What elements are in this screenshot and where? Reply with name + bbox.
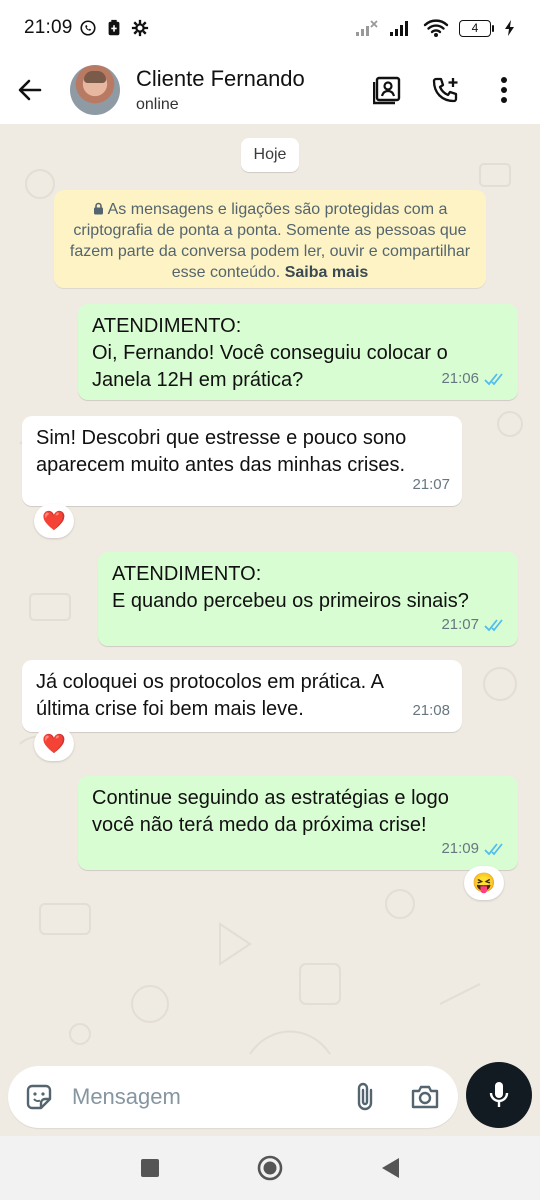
arrow-left-icon [18,79,42,101]
signal-weak-icon [356,20,378,36]
message-line: Continue seguindo as estratégias e logo [92,787,449,809]
contact-card-button[interactable] [372,74,404,106]
message-line: Sim! Descobri que estresse e pouco sono [36,427,407,449]
message-line: Já coloquei os protocolos em prática. A [36,671,384,693]
voice-message-button[interactable] [466,1062,532,1128]
gear-icon [131,19,148,37]
more-options-button[interactable] [488,74,520,106]
message-outgoing[interactable]: ATENDIMENTO: Oi, Fernando! Você consegui… [78,304,518,400]
contact-info[interactable]: Cliente Fernando online [136,66,305,114]
double-check-icon [484,372,503,385]
message-line: última crise foi bem mais leve. [36,698,304,720]
lock-icon [93,202,103,215]
reaction-badge[interactable]: ❤️ [34,504,74,538]
camera-icon[interactable] [410,1083,440,1111]
more-icon [501,77,507,103]
message-input[interactable]: Mensagem [8,1066,458,1128]
wifi-icon [423,19,449,37]
sticker-icon[interactable] [24,1082,54,1112]
message-incoming[interactable]: Sim! Descobri que estresse e pouco sono … [22,416,462,506]
signal-icon [390,21,408,36]
message-meta: 21:09 [441,835,506,862]
whatsapp-status-icon [79,20,96,36]
message-meta: 21:07 [441,611,506,638]
learn-more-link[interactable]: Saiba mais [285,264,369,281]
recent-apps-icon [141,1159,159,1177]
message-incoming[interactable]: Já coloquei os protocolos em prática. A … [22,660,462,732]
message-time: 21:06 [441,370,479,387]
charging-icon [505,20,514,36]
home-icon [257,1155,283,1181]
add-call-icon [432,77,458,103]
contact-status: online [136,96,179,113]
message-time: 21:07 [441,616,479,633]
message-line: aparecem muito antes das minhas crises. [36,454,406,476]
attach-icon[interactable] [354,1081,376,1113]
recent-apps-button[interactable] [136,1154,164,1182]
add-call-button[interactable] [430,74,462,106]
message-line: Oi, Fernando! Você conseguiu colocar o [92,342,448,364]
message-outgoing[interactable]: Continue seguindo as estratégias e logo … [78,776,518,870]
message-line: ATENDIMENTO: [92,315,242,337]
contact-card-icon [373,76,401,105]
battery-icon: 4 [459,19,494,37]
date-chip: Hoje [241,138,299,172]
back-nav-button[interactable] [376,1154,404,1182]
encryption-text: As mensagens e ligações são protegidas c… [69,201,471,281]
message-outgoing[interactable]: ATENDIMENTO: E quando percebeu os primei… [98,552,518,646]
battery-level: 4 [459,19,491,37]
avatar[interactable] [70,65,120,115]
message-time: 21:09 [441,840,479,857]
reaction-badge[interactable]: 😝 [464,866,504,900]
mic-icon [489,1082,509,1107]
battery-saver-icon [108,19,119,36]
message-line: ATENDIMENTO: [112,563,262,585]
composer: Mensagem [0,1060,540,1136]
contact-name: Cliente Fernando [136,66,305,91]
double-check-icon [484,618,503,631]
message-time: 21:08 [412,702,450,719]
double-check-icon [484,842,503,855]
status-time: 21:09 [24,17,73,38]
message-meta: 21:07 [412,471,450,498]
message-meta: 21:08 [412,697,450,724]
status-bar: 21:09 4 [0,0,540,56]
message-meta: 21:06 [441,365,506,392]
back-button[interactable] [0,56,60,124]
encryption-notice[interactable]: As mensagens e ligações são protegidas c… [54,190,486,288]
message-time: 21:07 [412,476,450,493]
message-placeholder: Mensagem [72,1084,181,1109]
chat-area[interactable]: Hoje As mensagens e ligações são protegi… [0,124,540,1060]
home-button[interactable] [256,1154,284,1182]
system-nav-bar [0,1136,540,1200]
chat-header: Cliente Fernando online [0,56,540,124]
reaction-badge[interactable]: ❤️ [34,727,74,761]
back-nav-icon [382,1158,399,1178]
